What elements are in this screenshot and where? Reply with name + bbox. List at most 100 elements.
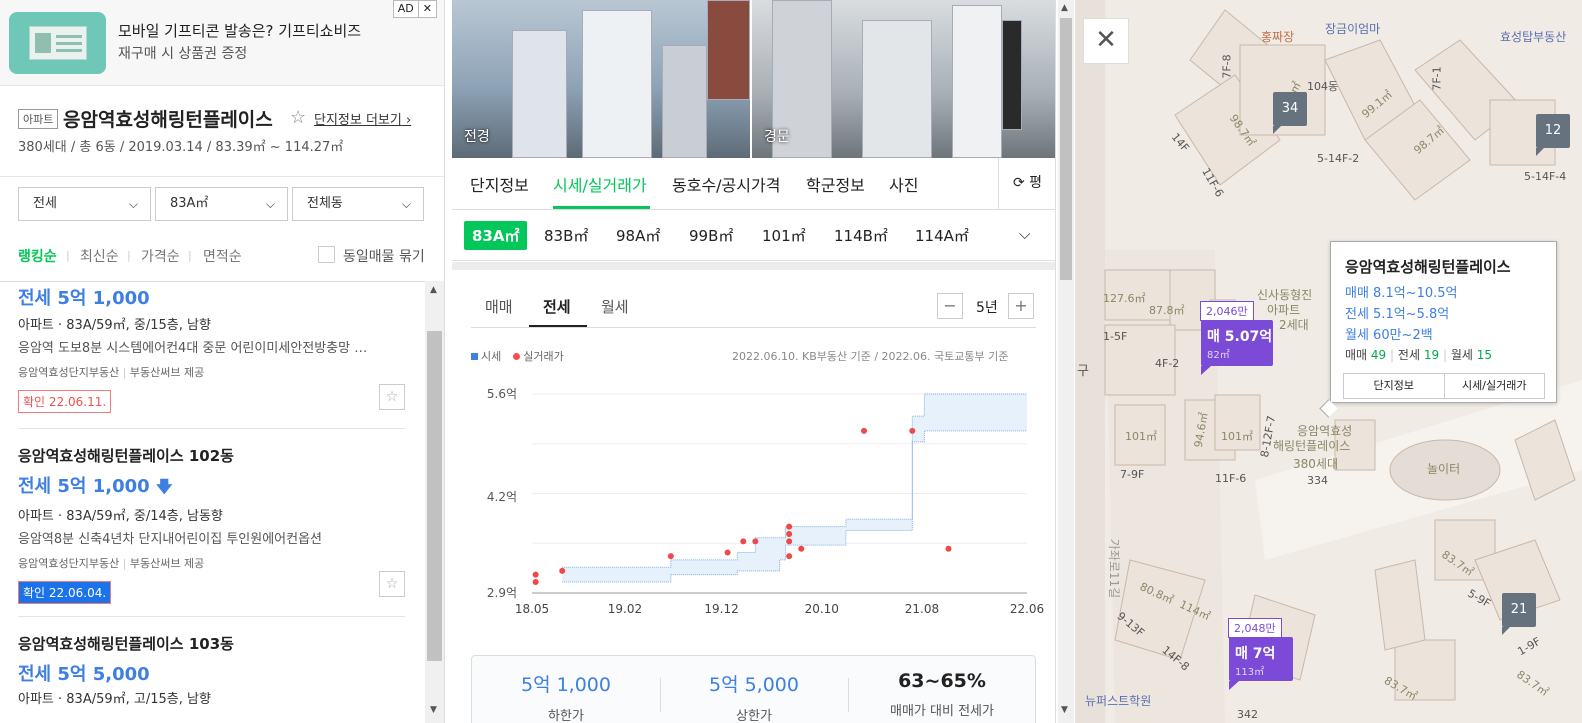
- listing-desc: 응암역 도보8분 시스템에어컨4대 중문 어린이미세안전방충망 …: [18, 341, 368, 356]
- poi-playground: 놀이터: [1427, 462, 1461, 476]
- tab-unit-price[interactable]: 동호수/공시가격: [672, 172, 780, 196]
- marker-unit-price: 2,046만: [1200, 301, 1254, 321]
- period-minus-button[interactable]: −: [937, 293, 963, 319]
- marker-price: 매 5.07억: [1207, 329, 1273, 345]
- photo-gate[interactable]: 경문: [752, 0, 1055, 158]
- y-tick-label: 5.6억: [487, 387, 517, 401]
- area-tab-98a[interactable]: 98A㎡: [616, 225, 660, 246]
- list-item[interactable]: 응암역효성해링턴플레이스 103동 전세 5억 5,000 아파트 · 83A/…: [18, 633, 405, 707]
- dong-select[interactable]: 전체동 ⌵: [292, 187, 424, 221]
- actual-price-point: [945, 545, 952, 552]
- listing-spec: 아파트 · 83A/59㎡, 고/15층, 남향: [18, 692, 211, 707]
- stat-ratio-value: 63~65%: [898, 670, 986, 692]
- map-cluster[interactable]: 34: [1273, 92, 1307, 134]
- sort-ranking[interactable]: 랭킹순: [18, 246, 57, 266]
- actual-price-point: [786, 538, 793, 545]
- ad-title[interactable]: 모바일 기프티콘 발송은? 기프티쇼비즈: [118, 20, 361, 41]
- list-scrollbar[interactable]: ▲ ▼: [425, 281, 444, 723]
- same-listing-checkbox[interactable]: [318, 246, 335, 263]
- chevron-down-icon[interactable]: ⌵: [1019, 225, 1030, 243]
- x-tick-label: 22.06: [1010, 602, 1044, 616]
- area-tab-114a[interactable]: 114A㎡: [915, 225, 969, 246]
- y-axis: 5.6억 4.2억 2.9억: [487, 387, 517, 600]
- scroll-down-icon[interactable]: ▼: [430, 705, 437, 715]
- confirmed-badge: 확인 22.06.04.: [18, 581, 112, 604]
- tab-school[interactable]: 학군정보: [806, 172, 865, 196]
- tab-price[interactable]: 시세/실거래가: [553, 172, 647, 196]
- scroll-up-icon[interactable]: ▲: [1061, 3, 1068, 13]
- sort-price[interactable]: 가격순: [141, 246, 180, 266]
- area-tab-83b[interactable]: 83B㎡: [544, 225, 588, 246]
- sort-area[interactable]: 면적순: [203, 246, 242, 266]
- trade-type-select[interactable]: 전세 ⌵: [18, 187, 151, 221]
- scrollbar-thumb[interactable]: [427, 331, 442, 661]
- arrow-down-icon: 🡇: [155, 477, 173, 496]
- map-price-marker[interactable]: 2,046만 매 5.07억 82㎡: [1200, 301, 1273, 375]
- poi-academy[interactable]: 뉴퍼스트학원: [1085, 692, 1151, 709]
- x-tick-label: 18.05: [515, 602, 549, 616]
- stat-upper-label: 상한가: [736, 709, 772, 723]
- area-select[interactable]: 83A㎡ ⌵: [155, 187, 288, 221]
- ad-banner[interactable]: 모바일 기프티콘 발송은? 기프티쇼비즈 재구매 시 상품권 증정 AD ✕: [0, 0, 444, 86]
- poi-shop[interactable]: 장금이엄마: [1325, 20, 1380, 37]
- trade-tab-sale[interactable]: 매매: [485, 296, 513, 317]
- period-plus-button[interactable]: +: [1008, 293, 1034, 319]
- x-tick-label: 20.10: [805, 602, 839, 616]
- marker-unit-price: 2,048만: [1228, 618, 1282, 638]
- ad-subtitle[interactable]: 재구매 시 상품권 증정: [118, 43, 247, 63]
- area-tab-83a[interactable]: 83A㎡: [464, 221, 528, 250]
- favorite-star-icon[interactable]: ☆: [379, 384, 405, 410]
- ad-thumbnail[interactable]: [9, 12, 106, 74]
- popup-price-button[interactable]: 시세/실거래가: [1443, 374, 1545, 398]
- scroll-up-icon[interactable]: ▲: [430, 285, 437, 295]
- map-close-button[interactable]: ✕: [1083, 18, 1129, 64]
- list-item[interactable]: 전세 5억 1,000 아파트 · 83A/59㎡, 중/15층, 남향 응암역…: [18, 284, 405, 413]
- area-tab-101[interactable]: 101㎡: [762, 225, 806, 246]
- y-tick-label: 4.2억: [487, 490, 517, 504]
- detail-panel: 전경 경문 단지정보 시세/실거래가 동호수/공시가격 학군정보 사진 ⟳ 평 …: [452, 0, 1056, 723]
- ad-label: AD: [397, 2, 414, 15]
- legend-actual-swatch: [513, 353, 521, 360]
- poi-restaurant[interactable]: 홍짜장: [1261, 28, 1294, 45]
- area-tab-114b[interactable]: 114B㎡: [834, 225, 888, 246]
- listing-panel: 모바일 기프티콘 발송은? 기프티쇼비즈 재구매 시 상품권 증정 AD ✕ 아…: [0, 0, 445, 723]
- map-cluster[interactable]: 12: [1536, 114, 1570, 156]
- ad-close-icon[interactable]: ✕: [417, 1, 436, 17]
- tab-complex-info[interactable]: 단지정보: [470, 172, 529, 196]
- favorite-star-icon[interactable]: ☆: [379, 571, 405, 597]
- unit-toggle-button[interactable]: ⟳ 평: [998, 158, 1055, 209]
- popup-buttons: 단지정보 시세/실거래가: [1343, 373, 1545, 399]
- stat-ratio: 63~65% 매매가 대비 전세가: [848, 670, 1036, 719]
- stat-lower: 5억 1,000 하한가: [472, 670, 660, 723]
- popup-info-button[interactable]: 단지정보: [1344, 374, 1444, 398]
- complex-popup[interactable]: 응암역효성해링턴플레이스 매매 8.1억~10.5억 전세 5.1억~5.8억 …: [1330, 241, 1557, 403]
- complex-info-more-link[interactable]: 단지정보 더보기 ›: [314, 109, 411, 128]
- favorite-star-icon[interactable]: ☆: [290, 107, 306, 128]
- sort-latest[interactable]: 최신순: [80, 246, 119, 266]
- active-tab-underline: [553, 206, 650, 209]
- area-tab-99b[interactable]: 99B㎡: [689, 225, 733, 246]
- stat-lower-label: 하한가: [548, 709, 584, 723]
- photo-overview[interactable]: 전경: [452, 0, 750, 158]
- map-price-marker[interactable]: 2,048만 매 7억 113㎡: [1228, 618, 1293, 690]
- same-listing-label[interactable]: 동일매물 묶기: [343, 246, 425, 266]
- scrollbar-thumb[interactable]: [1060, 18, 1072, 280]
- trade-tab-monthly[interactable]: 월세: [601, 296, 629, 317]
- actual-price-point: [532, 578, 539, 585]
- scroll-down-icon[interactable]: ▼: [1061, 705, 1068, 715]
- trade-tab-jeonse[interactable]: 전세: [543, 296, 571, 317]
- list-item[interactable]: 응암역효성해링턴플레이스 102동 전세 5억 1,000 🡇 아파트 · 83…: [18, 445, 405, 604]
- map-cluster[interactable]: 21: [1502, 593, 1536, 635]
- market-price-band: [562, 394, 1027, 582]
- tab-photos[interactable]: 사진: [889, 172, 918, 196]
- poi-realestate[interactable]: 효성탑부동산: [1500, 28, 1566, 45]
- price-chart[interactable]: 5.6억 4.2억 2.9억 18.05 19.02 19.12 20.10 21.08 22…: [452, 370, 1056, 630]
- legend-actual-label: 실거래가: [523, 350, 564, 363]
- detail-scrollbar[interactable]: ▲ ▼: [1058, 0, 1074, 723]
- ad-badge: AD ✕: [392, 0, 437, 18]
- complex-summary: 380세대 / 총 6동 / 2019.03.14 / 83.39㎡ ~ 114…: [18, 140, 344, 155]
- marker-area: 82㎡: [1207, 350, 1230, 361]
- actual-price-point: [798, 545, 805, 552]
- actual-price-point: [752, 538, 759, 545]
- listing-list[interactable]: 전세 5억 1,000 아파트 · 83A/59㎡, 중/15층, 남향 응암역…: [0, 281, 425, 723]
